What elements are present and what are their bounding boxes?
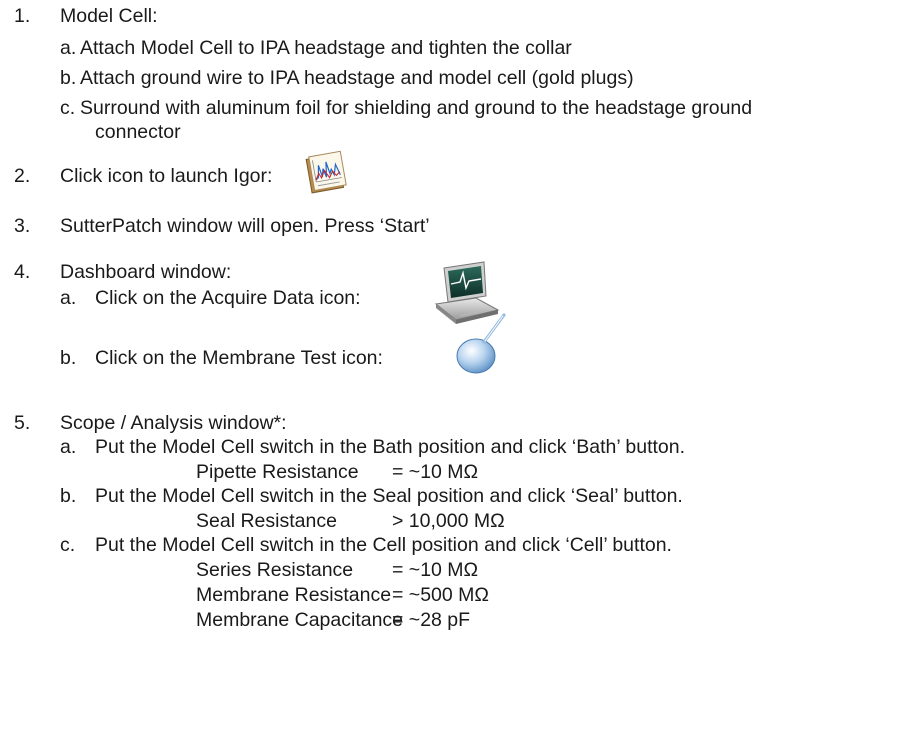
series-resistance-value: = ~10 MΩ [392,559,479,581]
step-1-number: 1. [14,5,31,27]
step-5a-text: Put the Model Cell switch in the Bath po… [95,436,686,458]
step-1c-letter: c. [60,97,76,119]
step-1a-letter: a. [60,37,77,59]
membrane-capacitance-label: Membrane Capacitance [196,609,404,631]
step-1b-text: Attach ground wire to IPA headstage and … [80,67,634,89]
step-3-text: SutterPatch window will open. Press ‘Sta… [60,215,430,237]
step-3-number: 3. [14,215,31,237]
step-4b-text: Click on the Membrane Test icon: [95,347,383,369]
pipette-resistance-value: = ~10 MΩ [392,461,479,483]
membrane-resistance-label: Membrane Resistance [196,584,392,606]
seal-resistance-value: > 10,000 MΩ [392,510,505,532]
series-resistance-label: Series Resistance [196,559,354,581]
membrane-resistance-value: = ~500 MΩ [392,584,489,606]
step-2-text: Click icon to launch Igor: [60,165,273,187]
step-5a-letter: a. [60,436,77,458]
step-5c-text: Put the Model Cell switch in the Cell po… [95,534,672,556]
step-2-number: 2. [14,165,31,187]
step-1c-text: Surround with aluminum foil for shieldin… [80,97,753,119]
step-1b-letter: b. [60,67,77,89]
igor-app-icon[interactable] [302,150,352,198]
pipette-resistance-label: Pipette Resistance [196,461,359,483]
step-1c-text-continued: connector [95,121,181,143]
step-1-text: Model Cell: [60,5,158,27]
step-4-text: Dashboard window: [60,261,232,283]
step-4-number: 4. [14,261,31,283]
membrane-capacitance-value: = ~28 pF [392,609,471,631]
step-5-number: 5. [14,412,31,434]
step-5b-letter: b. [60,485,77,507]
step-5-text: Scope / Analysis window*: [60,412,287,434]
step-5c-letter: c. [60,534,76,556]
step-5b-text: Put the Model Cell switch in the Seal po… [95,485,683,507]
step-4a-text: Click on the Acquire Data icon: [95,287,361,309]
membrane-test-icon[interactable] [452,312,508,376]
seal-resistance-label: Seal Resistance [196,510,337,532]
step-4a-letter: a. [60,287,77,309]
step-4b-letter: b. [60,347,77,369]
step-1a-text: Attach Model Cell to IPA headstage and t… [80,37,572,59]
